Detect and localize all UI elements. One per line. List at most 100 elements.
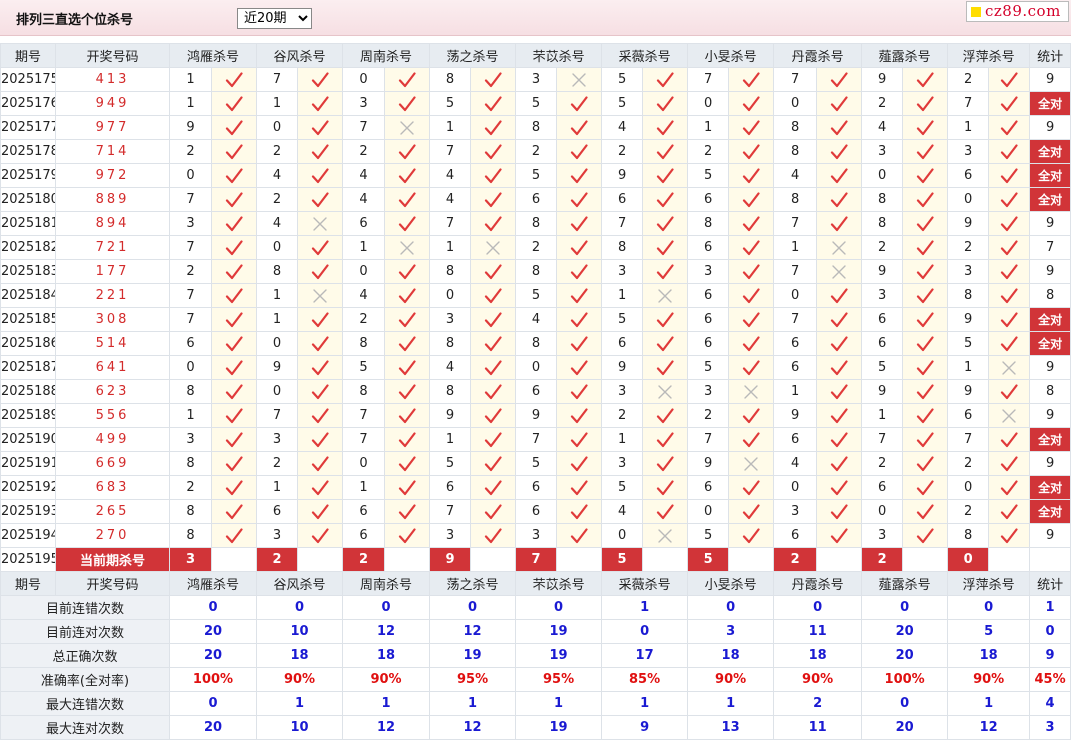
stats-value: 19 <box>515 643 603 668</box>
check-icon <box>570 503 588 519</box>
kill-number-cell: 7 <box>861 427 904 452</box>
result-cell <box>556 187 603 212</box>
result-cell <box>728 283 775 308</box>
check-icon <box>570 95 588 111</box>
kill-number-cell: 3 <box>773 499 818 524</box>
cross-icon <box>658 528 672 543</box>
result-cell <box>816 403 863 428</box>
check-icon <box>1001 191 1018 207</box>
stats-value: 90% <box>947 667 1031 692</box>
result-cell <box>902 139 949 164</box>
kill-number-cell: 8 <box>773 115 818 140</box>
kill-number-cell: 2 <box>342 139 386 164</box>
result-cell <box>470 139 517 164</box>
result-cell <box>988 163 1031 188</box>
result-cell <box>470 211 517 236</box>
result-cell <box>642 139 689 164</box>
kill-number-cell: 3 <box>687 379 730 404</box>
win-number-cell: 514 <box>55 331 170 356</box>
kill-number-cell: 6 <box>773 427 818 452</box>
check-icon <box>398 479 416 495</box>
result-cell <box>297 427 344 452</box>
header-stat: 统计 <box>1029 571 1071 596</box>
check-icon <box>570 287 588 303</box>
kill-number-cell: 4 <box>773 163 818 188</box>
check-icon <box>570 383 588 399</box>
result-cell <box>728 211 775 236</box>
kill-number-cell: 0 <box>861 499 904 524</box>
check-icon <box>917 239 934 255</box>
check-icon <box>831 335 848 351</box>
period-select[interactable]: 近20期 <box>237 8 312 29</box>
check-icon <box>917 71 934 87</box>
check-icon <box>311 383 329 399</box>
issue-cell: 2025193 <box>0 499 56 524</box>
current-empty-cell <box>728 547 775 572</box>
result-cell <box>988 91 1031 116</box>
check-icon <box>831 95 848 111</box>
header-win-number: 开奖号码 <box>55 571 170 596</box>
issue-cell: 2025186 <box>0 331 56 356</box>
kill-number-cell: 0 <box>947 475 990 500</box>
check-icon <box>225 287 243 303</box>
header-killer: 丹霞杀号 <box>773 43 863 68</box>
kill-number-cell: 3 <box>601 259 644 284</box>
kill-number-cell: 5 <box>515 163 558 188</box>
kill-number-cell: 8 <box>601 235 644 260</box>
kill-number-cell: 5 <box>515 91 558 116</box>
check-icon <box>484 263 502 279</box>
result-cell <box>902 187 949 212</box>
check-icon <box>742 479 760 495</box>
result-cell <box>642 307 689 332</box>
stats-value: 1 <box>687 691 775 716</box>
kill-number-cell: 2 <box>947 451 990 476</box>
result-cell <box>902 283 949 308</box>
kill-number-cell: 4 <box>515 307 558 332</box>
kill-number-cell: 6 <box>515 379 558 404</box>
kill-number-cell: 1 <box>773 379 818 404</box>
check-icon <box>742 143 760 159</box>
check-icon <box>311 95 329 111</box>
result-cell <box>728 451 775 476</box>
result-cell <box>297 91 344 116</box>
stats-row: 最大连对次数 20 10 12 12 19 9 13 11 20 12 3 <box>0 715 1071 740</box>
result-cell <box>902 523 949 548</box>
check-icon <box>742 407 760 423</box>
check-icon <box>656 335 674 351</box>
kill-number-cell: 2 <box>601 139 644 164</box>
result-cell <box>642 403 689 428</box>
header-killer: 薤露杀号 <box>861 571 949 596</box>
kill-number-cell: 6 <box>256 499 299 524</box>
issue-cell: 2025180 <box>0 187 56 212</box>
stat-cell: 全对 <box>1029 307 1071 332</box>
result-cell <box>210 307 258 332</box>
kill-number-cell: 6 <box>687 235 730 260</box>
win-number-cell: 721 <box>55 235 170 260</box>
kill-number-cell: 6 <box>773 523 818 548</box>
result-cell <box>816 523 863 548</box>
check-icon <box>831 359 848 375</box>
header-killer: 荡之杀号 <box>429 43 517 68</box>
result-cell <box>297 163 344 188</box>
issue-cell: 2025178 <box>0 139 56 164</box>
check-icon <box>656 167 674 183</box>
check-icon <box>1001 311 1018 327</box>
result-cell <box>816 259 863 284</box>
result-cell <box>816 283 863 308</box>
check-icon <box>484 287 502 303</box>
result-cell <box>988 139 1031 164</box>
check-icon <box>917 479 934 495</box>
stats-value: 19 <box>515 619 603 644</box>
kill-number-cell: 6 <box>947 403 990 428</box>
kill-number-cell: 6 <box>169 331 212 356</box>
current-kill-number: 5 <box>601 547 644 572</box>
check-icon <box>831 167 848 183</box>
result-cell <box>297 475 344 500</box>
result-cell <box>384 355 431 380</box>
kill-number-cell: 4 <box>429 187 472 212</box>
site-logo[interactable]: cz89.com <box>966 1 1069 22</box>
result-cell <box>728 259 775 284</box>
kill-number-cell: 6 <box>601 331 644 356</box>
header-killer: 薤露杀号 <box>861 43 949 68</box>
result-cell <box>642 427 689 452</box>
